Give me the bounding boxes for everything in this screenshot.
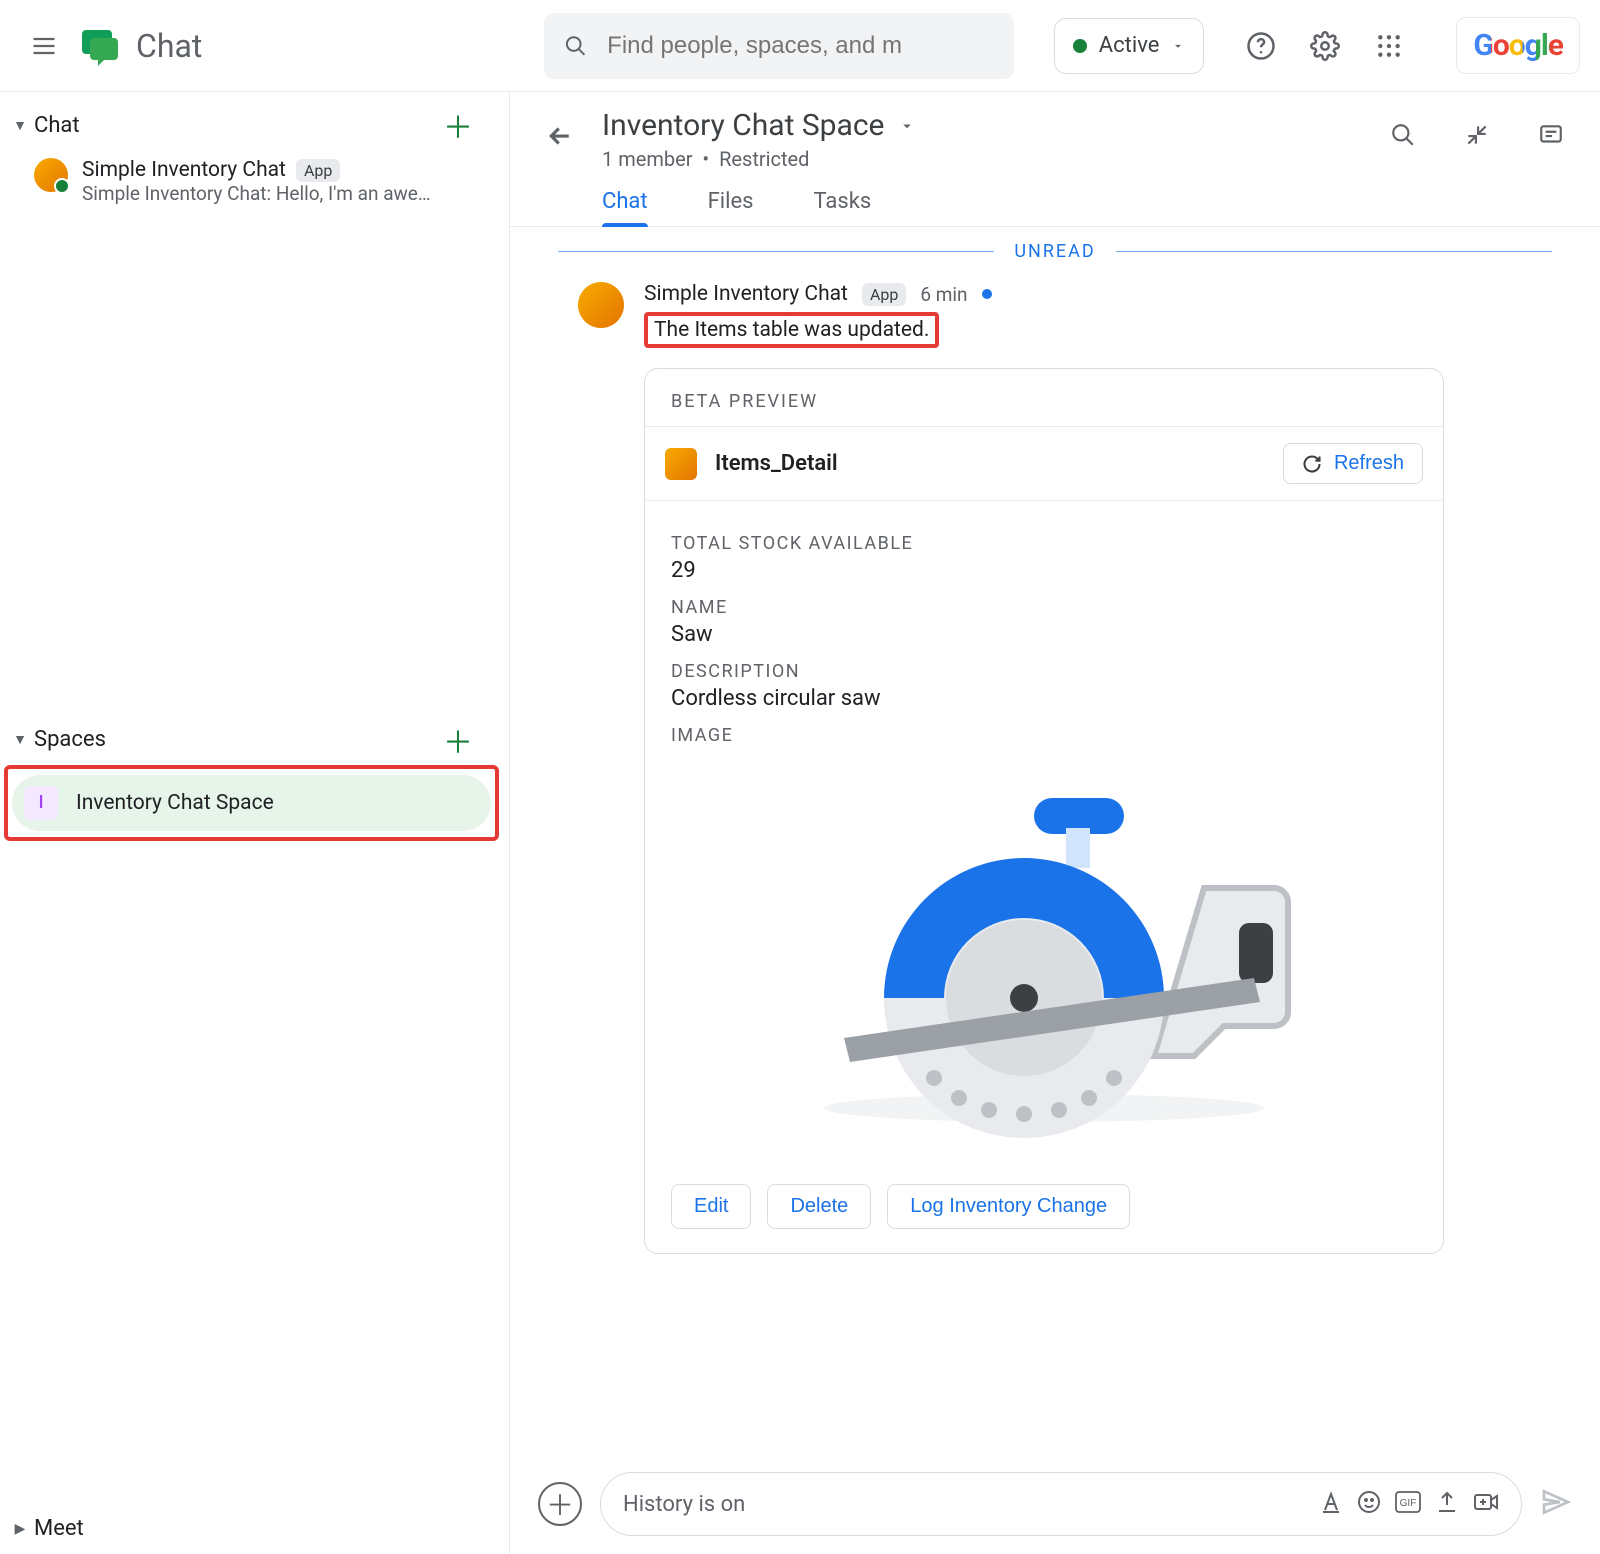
apps-button[interactable] <box>1372 29 1406 63</box>
collapse-button[interactable] <box>1460 118 1494 152</box>
sidebar-section-meet[interactable]: ▶ Meet <box>0 1504 509 1554</box>
sidebar-space-item[interactable]: I Inventory Chat Space <box>12 775 491 831</box>
circular-saw-illustration <box>784 778 1304 1138</box>
log-change-button[interactable]: Log Inventory Change <box>887 1184 1130 1229</box>
tab-files[interactable]: Files <box>708 189 754 226</box>
chat-message: Simple Inventory Chat App 6 min The Item… <box>538 272 1572 1254</box>
svg-text:GIF: GIF <box>1400 1498 1417 1509</box>
sidebar-section-spaces[interactable]: ▼ Spaces ＋ <box>0 715 509 765</box>
gif-icon[interactable]: GIF <box>1395 1491 1421 1517</box>
space-title: Inventory Chat Space <box>602 108 884 143</box>
field-label: DESCRIPTION <box>671 661 1417 682</box>
chevron-down-icon <box>1171 39 1185 53</box>
highlight-annotation: I Inventory Chat Space <box>4 765 499 841</box>
sidebar: ▼ Chat ＋ Simple Inventory Chat App Simpl… <box>0 92 510 1554</box>
package-icon <box>665 448 697 480</box>
field-label: NAME <box>671 597 1417 618</box>
card-image <box>671 758 1417 1158</box>
message-sender: Simple Inventory Chat <box>644 282 848 306</box>
sidebar-section-label: Chat <box>34 113 80 138</box>
refresh-button[interactable]: Refresh <box>1283 443 1423 484</box>
app-badge: App <box>862 283 906 306</box>
message-text: The Items table was updated. <box>654 318 929 342</box>
refresh-icon <box>1302 454 1322 474</box>
upload-icon[interactable] <box>1435 1490 1459 1518</box>
new-space-button[interactable]: ＋ <box>443 718 503 762</box>
sidebar-chat-item[interactable]: Simple Inventory Chat App Simple Invento… <box>0 150 509 213</box>
space-avatar-icon: I <box>24 786 58 820</box>
video-meet-icon[interactable] <box>1473 1490 1499 1518</box>
space-subheader: 1 member • Restricted <box>602 147 916 171</box>
chat-logo-icon <box>78 24 122 68</box>
unread-divider: UNREAD <box>558 241 1552 262</box>
tab-chat[interactable]: Chat <box>602 189 648 226</box>
message-time: 6 min <box>920 283 967 306</box>
topbar-icons: Google <box>1244 17 1580 74</box>
chat-avatar-icon <box>34 158 68 192</box>
format-icon[interactable] <box>1319 1490 1343 1518</box>
content-area: Inventory Chat Space 1 member • Restrict… <box>510 92 1600 1554</box>
emoji-icon[interactable] <box>1357 1490 1381 1518</box>
chat-item-preview: Simple Inventory Chat: Hello, I'm an awe… <box>82 182 431 205</box>
card-title: Items_Detail <box>715 451 838 476</box>
field-label: TOTAL STOCK AVAILABLE <box>671 533 1417 554</box>
thread-panel-button[interactable] <box>1534 118 1568 152</box>
new-chat-button[interactable]: ＋ <box>443 103 503 147</box>
settings-button[interactable] <box>1308 29 1342 63</box>
status-dot-icon <box>1073 39 1087 53</box>
app-card: BETA PREVIEW Items_Detail Refresh TOTAL … <box>644 368 1444 1254</box>
field-value: Cordless circular saw <box>671 686 1417 711</box>
field-label: IMAGE <box>671 725 1417 746</box>
google-account-button[interactable]: Google <box>1456 17 1580 74</box>
app-logo-group: Chat <box>78 24 202 68</box>
status-selector[interactable]: Active <box>1054 18 1205 74</box>
app-badge: App <box>296 159 340 182</box>
card-beta-label: BETA PREVIEW <box>671 391 1417 412</box>
caret-right-icon: ▶ <box>10 1521 30 1537</box>
edit-button[interactable]: Edit <box>671 1184 751 1229</box>
sidebar-section-chat[interactable]: ▼ Chat ＋ <box>0 100 509 150</box>
help-button[interactable] <box>1244 29 1278 63</box>
sidebar-section-label: Meet <box>34 1516 84 1541</box>
space-tabs: Chat Files Tasks <box>538 171 1572 226</box>
tab-tasks[interactable]: Tasks <box>814 189 872 226</box>
search-in-space-button[interactable] <box>1386 118 1420 152</box>
delete-button[interactable]: Delete <box>767 1184 871 1229</box>
google-logo-text: Google <box>1473 28 1563 63</box>
main-menu-button[interactable] <box>20 22 68 70</box>
chat-item-title: Simple Inventory Chat <box>82 158 286 182</box>
caret-down-icon: ▼ <box>10 731 30 748</box>
composer-row: ＋ History is on GIF <box>538 1472 1572 1536</box>
field-value: Saw <box>671 622 1417 647</box>
back-button[interactable] <box>538 114 582 158</box>
add-attachment-button[interactable]: ＋ <box>538 1482 582 1526</box>
search-box[interactable] <box>544 13 1014 79</box>
unread-label: UNREAD <box>1014 241 1095 262</box>
message-avatar-icon <box>578 282 624 328</box>
topbar: Chat Active Google <box>0 0 1600 92</box>
send-button[interactable] <box>1540 1486 1572 1522</box>
space-header: Inventory Chat Space 1 member • Restrict… <box>538 92 1572 171</box>
composer-placeholder: History is on <box>623 1492 1305 1517</box>
status-label: Active <box>1099 33 1160 58</box>
space-item-label: Inventory Chat Space <box>76 791 274 815</box>
message-text-highlight: The Items table was updated. <box>644 312 939 348</box>
chevron-down-icon[interactable] <box>898 117 916 135</box>
search-input[interactable] <box>607 32 994 60</box>
composer[interactable]: History is on GIF <box>600 1472 1522 1536</box>
field-value: 29 <box>671 558 1417 583</box>
unread-dot-icon <box>982 289 992 299</box>
search-icon <box>564 33 587 59</box>
app-name: Chat <box>136 27 202 65</box>
sidebar-section-label: Spaces <box>34 727 106 752</box>
caret-down-icon: ▼ <box>10 117 30 134</box>
